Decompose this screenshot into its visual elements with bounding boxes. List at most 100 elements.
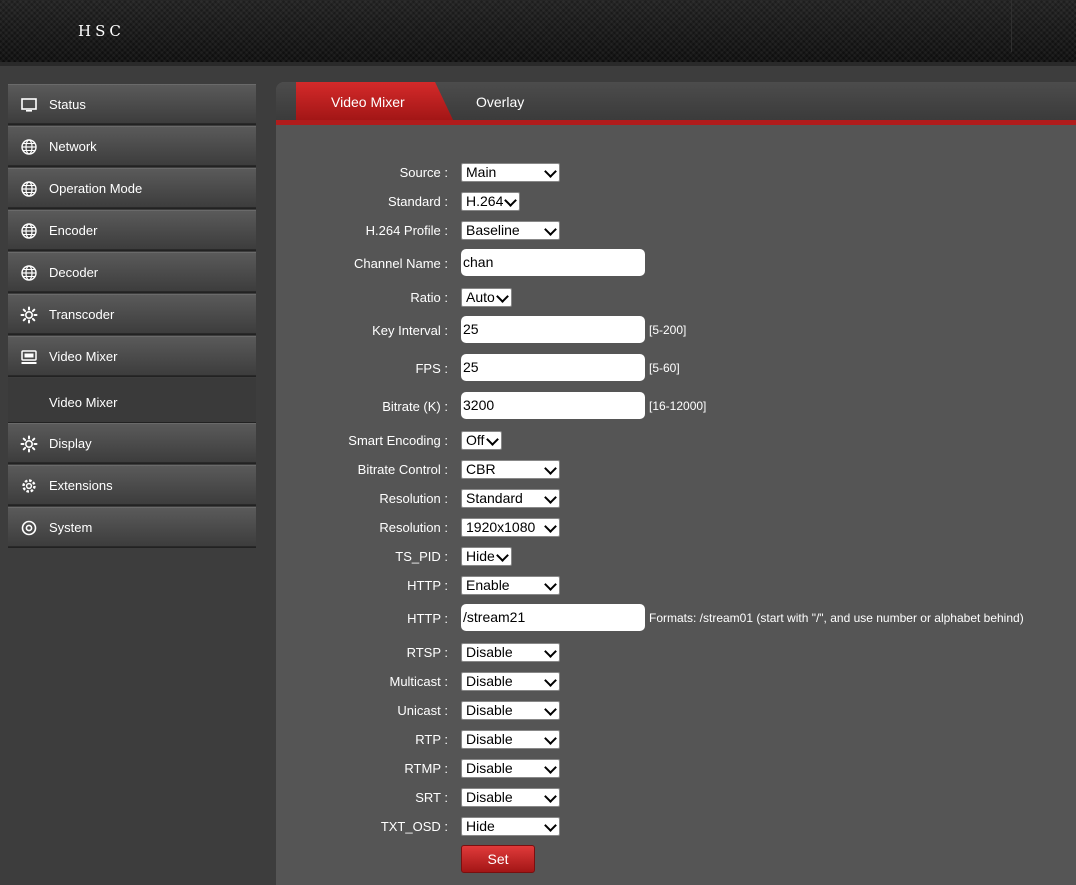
format-hint: Formats: /stream01 (start with "/", and … xyxy=(649,611,1024,625)
chevron-down-icon xyxy=(544,520,557,533)
sidebar-subitem-video-mixer[interactable]: Video Mixer xyxy=(8,378,256,423)
field-label: Unicast : xyxy=(397,703,448,718)
smart-encoding-select[interactable]: Off xyxy=(461,431,502,450)
sidebar-item-label: System xyxy=(49,520,93,535)
resolution-size-select[interactable]: 1920x1080 xyxy=(461,518,560,537)
tab-video-mixer[interactable]: Video Mixer xyxy=(296,82,454,122)
bitrate-control-select[interactable]: CBR xyxy=(461,460,560,479)
sidebar-item-label: Network xyxy=(49,139,97,154)
standard-select[interactable]: H.264 xyxy=(461,192,520,211)
sidebar-item-label: Status xyxy=(49,97,86,112)
field-label: Ratio : xyxy=(410,290,448,305)
field-label: HTTP : xyxy=(407,578,448,593)
field-label: RTP : xyxy=(415,732,448,747)
sidebar-subitem-label: Video Mixer xyxy=(49,395,118,410)
rtmp-select[interactable]: Disable xyxy=(461,759,560,778)
target-icon xyxy=(21,520,37,536)
field-label: Resolution : xyxy=(379,520,448,535)
field-label: H.264 Profile : xyxy=(365,223,448,238)
profile-select[interactable]: Baseline xyxy=(461,221,560,240)
globe-icon xyxy=(21,223,37,239)
sidebar-item-network[interactable]: Network xyxy=(8,126,256,167)
source-select[interactable]: Main xyxy=(461,163,560,182)
chevron-down-icon xyxy=(496,290,509,303)
tab-label: Video Mixer xyxy=(331,94,405,110)
top-header: HSC xyxy=(0,0,1076,63)
field-label: FPS : xyxy=(415,361,448,376)
brand-logo: HSC xyxy=(78,22,125,40)
chevron-down-icon xyxy=(544,491,557,504)
chevron-down-icon xyxy=(544,578,557,591)
sidebar-item-label: Video Mixer xyxy=(49,349,118,364)
video-mixer-icon xyxy=(21,350,37,364)
sidebar-item-encoder[interactable]: Encoder xyxy=(8,210,256,251)
globe-icon xyxy=(21,181,37,197)
rtp-select[interactable]: Disable xyxy=(461,730,560,749)
field-label: Source : xyxy=(399,165,448,180)
field-label: TXT_OSD : xyxy=(380,819,448,834)
chevron-down-icon xyxy=(544,674,557,687)
srt-select[interactable]: Disable xyxy=(461,788,560,807)
sidebar-item-extensions[interactable]: Extensions xyxy=(8,465,256,506)
globe-icon xyxy=(21,139,37,155)
sidebar-item-display[interactable]: Display xyxy=(8,423,256,464)
range-hint: [5-200] xyxy=(649,323,687,337)
field-label: Resolution : xyxy=(379,491,448,506)
chevron-down-icon xyxy=(486,433,499,446)
chevron-down-icon xyxy=(544,819,557,832)
field-label: Smart Encoding : xyxy=(348,433,448,448)
chevron-down-icon xyxy=(544,732,557,745)
range-hint: [16-12000] xyxy=(649,399,707,413)
chevron-down-icon xyxy=(544,761,557,774)
chevron-down-icon xyxy=(544,790,557,803)
tab-bar: Video Mixer Overlay xyxy=(276,82,1076,122)
sidebar-item-label: Decoder xyxy=(49,265,99,280)
field-label: Channel Name : xyxy=(354,256,448,271)
bitrate-input[interactable]: 3200 xyxy=(461,392,645,419)
ratio-select[interactable]: Auto xyxy=(461,288,512,307)
chevron-down-icon xyxy=(544,223,557,236)
multicast-select[interactable]: Disable xyxy=(461,672,560,691)
field-label: TS_PID : xyxy=(395,549,448,564)
unicast-select[interactable]: Disable xyxy=(461,701,560,720)
channel-name-input[interactable]: chan xyxy=(461,249,645,276)
chevron-down-icon xyxy=(496,549,509,562)
field-label: Bitrate Control : xyxy=(357,462,448,477)
sidebar: Status Network Operation Mode Encoder De… xyxy=(8,84,256,549)
sidebar-item-video-mixer[interactable]: Video Mixer xyxy=(8,336,256,377)
rtsp-select[interactable]: Disable xyxy=(461,643,560,662)
fps-input[interactable]: 25 xyxy=(461,354,645,381)
field-label: Key Interval : xyxy=(372,323,448,338)
gear-icon xyxy=(20,435,38,453)
gear-icon xyxy=(20,306,38,324)
chevron-down-icon xyxy=(544,645,557,658)
sidebar-item-transcoder[interactable]: Transcoder xyxy=(8,294,256,335)
key-interval-input[interactable]: 25 xyxy=(461,316,645,343)
http-select[interactable]: Enable xyxy=(461,576,560,595)
cog-icon xyxy=(22,479,36,493)
chevron-down-icon xyxy=(544,462,557,475)
resolution-mode-select[interactable]: Standard xyxy=(461,489,560,508)
field-label: SRT : xyxy=(415,790,448,805)
field-label: RTMP : xyxy=(404,761,448,776)
monitor-icon xyxy=(21,98,37,112)
field-label: Bitrate (K) : xyxy=(382,399,448,414)
sidebar-item-label: Display xyxy=(49,436,92,451)
field-label: Standard : xyxy=(388,194,448,209)
tab-underline xyxy=(276,120,1076,125)
sidebar-item-status[interactable]: Status xyxy=(8,84,256,125)
globe-icon xyxy=(21,265,37,281)
sidebar-item-decoder[interactable]: Decoder xyxy=(8,252,256,293)
sidebar-item-system[interactable]: System xyxy=(8,507,256,548)
sidebar-item-operation-mode[interactable]: Operation Mode xyxy=(8,168,256,209)
tab-overlay[interactable]: Overlay xyxy=(476,94,524,110)
main-panel: Video Mixer Overlay Source : Main Standa… xyxy=(276,82,1076,885)
ts-pid-select[interactable]: Hide xyxy=(461,547,512,566)
chevron-down-icon xyxy=(544,165,557,178)
http-path-input[interactable]: /stream21 xyxy=(461,604,645,631)
chevron-down-icon xyxy=(544,703,557,716)
field-label: RTSP : xyxy=(406,645,448,660)
set-button[interactable]: Set xyxy=(461,845,535,873)
sidebar-item-label: Extensions xyxy=(49,478,113,493)
txt-osd-select[interactable]: Hide xyxy=(461,817,560,836)
